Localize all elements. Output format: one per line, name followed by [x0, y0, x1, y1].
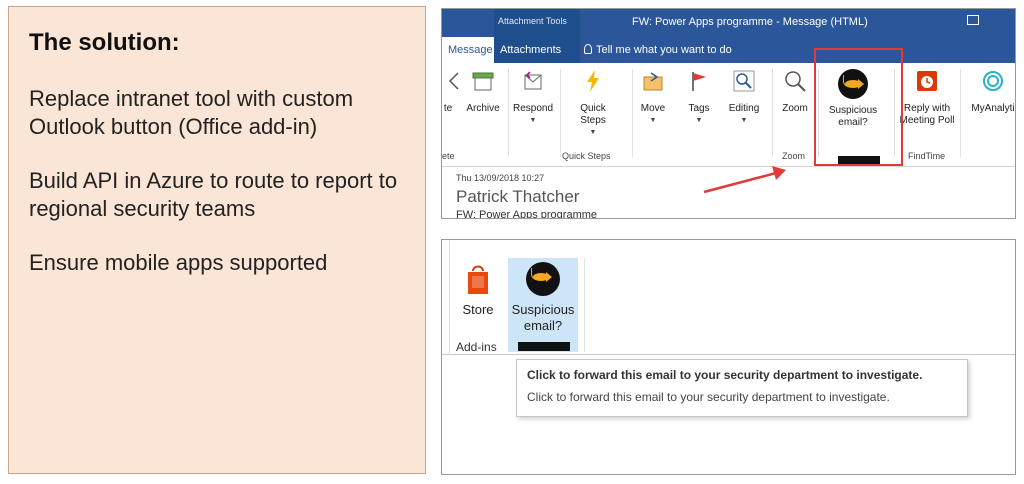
ribbon-separator: [442, 240, 450, 355]
editing-label: Editing: [728, 103, 760, 114]
delete-label: te: [443, 103, 453, 114]
ribbon-tab-row: Message Attachments Tell me what you wan…: [442, 37, 1015, 63]
archive-button[interactable]: Archive: [464, 69, 502, 115]
solution-heading: The solution:: [29, 29, 180, 56]
chevron-down-icon: ▼: [695, 117, 703, 124]
move-label: Move: [640, 103, 666, 114]
context-tab-label: Attachment Tools: [498, 16, 567, 26]
zoom-button[interactable]: Zoom: [778, 69, 812, 115]
ribbon-separator: [584, 258, 585, 352]
magnifier-icon: [785, 71, 806, 92]
archive-icon: [472, 72, 494, 91]
ribbon: te Archive Respond ▼ Quick Steps ▼ Quick…: [442, 63, 1015, 167]
tell-me-search[interactable]: Tell me what you want to do: [584, 44, 732, 56]
delete-icon: [448, 72, 459, 90]
tags-label: Tags: [688, 103, 710, 114]
tab-message[interactable]: Message: [442, 37, 499, 63]
store-label: Store: [462, 302, 494, 317]
myanalytics-button[interactable]: MyAnalyti: [968, 69, 1015, 115]
store-button[interactable]: Store: [458, 262, 498, 317]
ribbon-separator: [560, 69, 561, 157]
suspicious-email-label: Suspicious email?: [511, 302, 575, 333]
solution-point-2: Build API in Azure to route to report to…: [29, 168, 398, 221]
editing-button[interactable]: Editing ▼: [724, 69, 764, 127]
tab-attachments[interactable]: Attachments: [494, 37, 580, 63]
ribbon-separator: [632, 69, 633, 157]
group-label-add-ins: Add-ins: [456, 340, 497, 354]
tooltip: Click to forward this email to your secu…: [516, 359, 968, 417]
tooltip-title: Click to forward this email to your secu…: [527, 368, 923, 382]
mail-sender: Patrick Thatcher: [456, 187, 580, 206]
tell-me-label: Tell me what you want to do: [596, 44, 732, 56]
add-ins-ribbon: Store Suspicious email? Add-ins: [442, 240, 1015, 355]
solution-point-3: Ensure mobile apps supported: [29, 250, 328, 275]
solution-point-1: Replace intranet tool with custom Outloo…: [29, 86, 354, 139]
tooltip-description: Click to forward this email to your secu…: [527, 390, 890, 404]
delete-button-partial[interactable]: te: [442, 69, 459, 115]
red-arrow-icon: [703, 166, 786, 194]
chevron-down-icon: ▼: [740, 117, 748, 124]
zoom-label: Zoom: [782, 103, 808, 114]
search-icon: [733, 70, 755, 92]
lightning-icon: [587, 70, 599, 92]
archive-label: Archive: [466, 103, 500, 114]
context-tab-group: Attachment Tools: [494, 9, 580, 37]
reply-meeting-poll-button[interactable]: Reply with Meeting Poll: [898, 69, 956, 127]
redacted-group-label: [518, 342, 570, 351]
group-label-findtime: FindTime: [908, 151, 946, 161]
chevron-down-icon: ▼: [529, 117, 537, 124]
mail-subject: FW: Power Apps programme: [456, 209, 598, 219]
ribbon-separator: [508, 69, 509, 157]
quick-steps-label: Quick Steps: [580, 103, 606, 126]
respond-label: Respond: [512, 103, 554, 114]
lightbulb-icon: [584, 44, 592, 54]
add-ins-ribbon-screenshot: Store Suspicious email? Add-ins Click to…: [441, 239, 1016, 475]
chevron-down-icon: ▼: [649, 117, 657, 124]
store-bag-icon: [468, 265, 488, 294]
restore-window-icon[interactable]: [967, 15, 979, 25]
ribbon-separator: [772, 69, 773, 157]
group-label-quick-steps: Quick Steps: [562, 151, 611, 161]
window-title: FW: Power Apps programme - Message (HTML…: [632, 16, 868, 28]
flag-icon: [692, 72, 706, 91]
envelope-reply-icon: [524, 71, 542, 90]
tags-button[interactable]: Tags ▼: [684, 69, 714, 127]
myanalytics-icon: [983, 71, 1003, 91]
reply-meeting-poll-label: Reply with Meeting Poll: [899, 103, 955, 126]
move-folder-icon: [643, 72, 663, 91]
title-bar: Attachment Tools FW: Power Apps programm…: [442, 9, 1015, 37]
mail-date: Thu 13/09/2018 10:27: [456, 173, 545, 183]
ribbon-separator: [960, 69, 961, 157]
solution-panel: The solution: Replace intranet tool with…: [8, 6, 426, 474]
move-button[interactable]: Move ▼: [638, 69, 668, 127]
calendar-clock-icon: [917, 71, 937, 91]
myanalytics-label: MyAnalyti: [971, 103, 1015, 114]
suspicious-email-button-selected[interactable]: Suspicious email?: [508, 258, 578, 352]
phishing-hook-icon: [526, 262, 560, 296]
respond-button[interactable]: Respond ▼: [512, 69, 554, 127]
quick-steps-button[interactable]: Quick Steps ▼: [568, 69, 618, 139]
chevron-down-icon: ▼: [589, 129, 597, 136]
highlight-box: [814, 48, 903, 166]
group-label-partial: ete: [442, 151, 455, 161]
